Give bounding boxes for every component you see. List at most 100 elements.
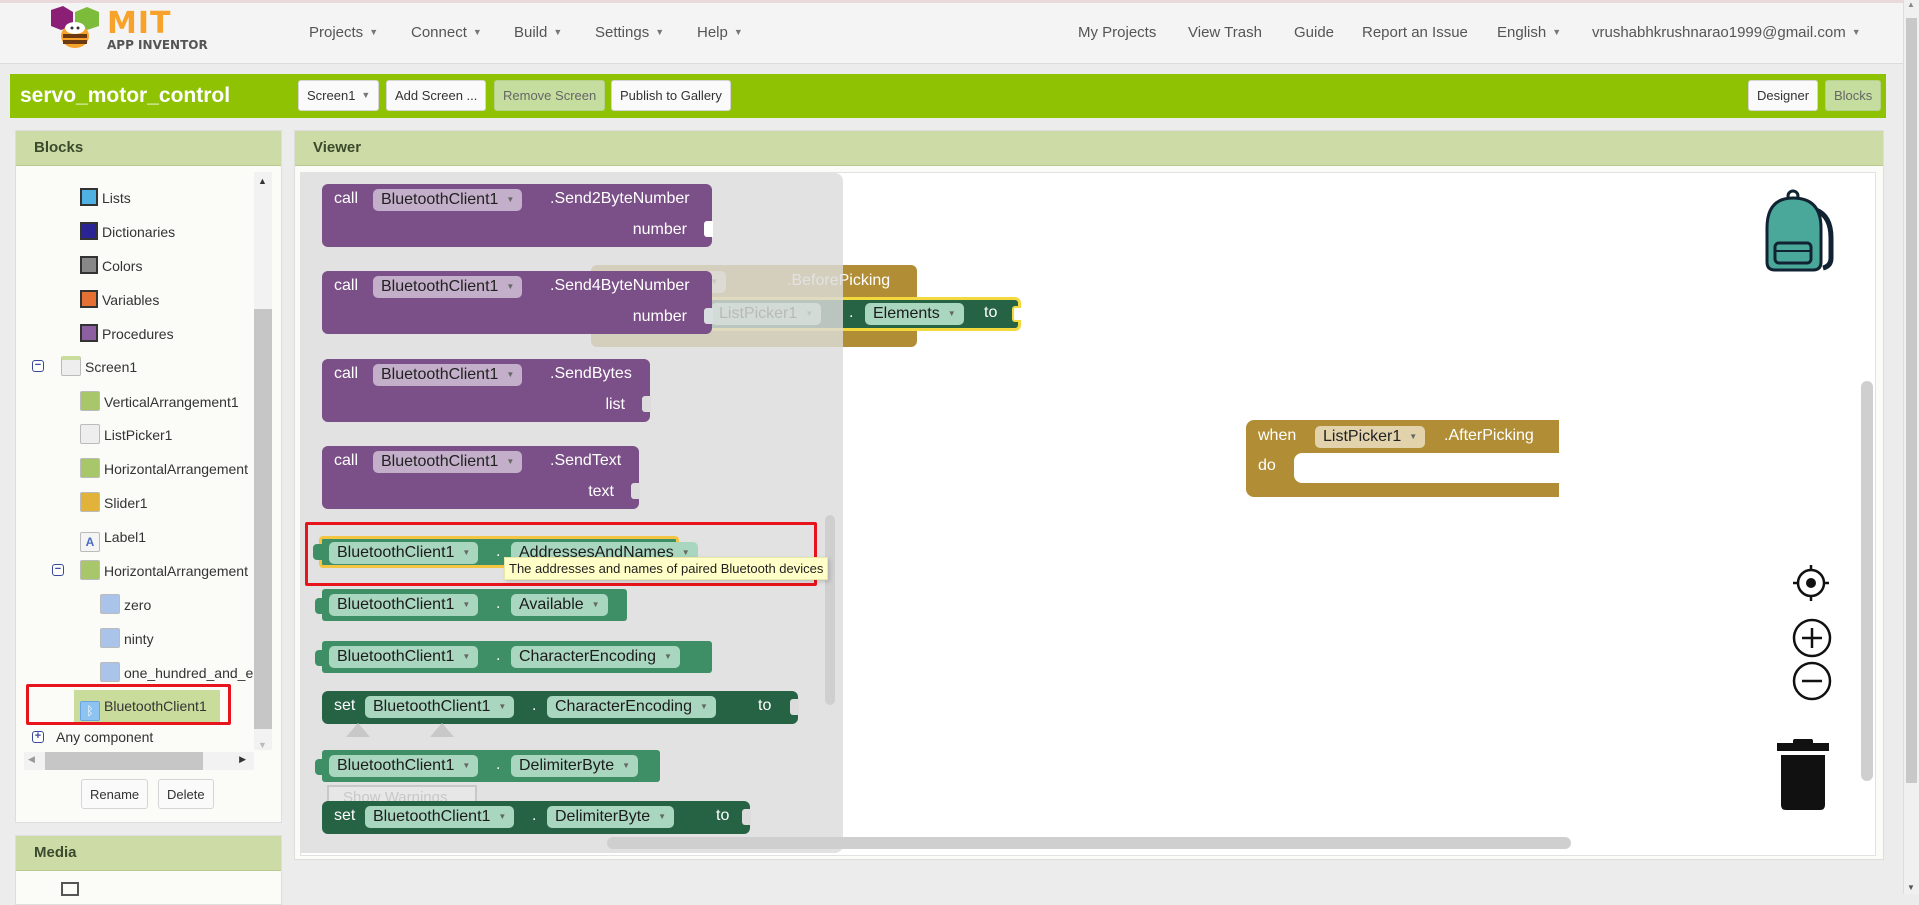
- event-component[interactable]: ListPicker1 ▼: [1312, 426, 1428, 448]
- recenter-icon[interactable]: [1791, 563, 1831, 603]
- tree-any-component[interactable]: Any component: [56, 726, 153, 748]
- component-dropdown[interactable]: BluetoothClient1 ▼: [370, 364, 525, 386]
- workspace-hscroll[interactable]: [607, 837, 1571, 849]
- get-available-block[interactable]: BluetoothClient1 ▼ . Available ▼: [315, 589, 627, 621]
- publish-gallery-button[interactable]: Publish to Gallery: [611, 80, 731, 111]
- to-label: to: [984, 304, 998, 321]
- link-guide[interactable]: Guide: [1294, 24, 1334, 41]
- backpack-icon[interactable]: [1761, 188, 1841, 276]
- link-my-projects[interactable]: My Projects: [1078, 24, 1156, 41]
- component-name: BluetoothClient1: [337, 596, 455, 613]
- property-dropdown[interactable]: CharacterEncoding ▼: [508, 646, 683, 668]
- component-dropdown[interactable]: BluetoothClient1 ▼: [362, 806, 517, 828]
- component-dropdown[interactable]: BluetoothClient1 ▼: [362, 696, 517, 718]
- menu-language[interactable]: English ▼: [1497, 24, 1561, 41]
- workspace-vscroll[interactable]: [1861, 381, 1873, 781]
- set-property[interactable]: Elements ▼: [862, 303, 967, 325]
- component-dropdown[interactable]: BluetoothClient1 ▼: [326, 646, 481, 668]
- call-sendtext-block[interactable]: call BluetoothClient1 ▼ .SendText text: [322, 446, 640, 509]
- get-characterencoding-block[interactable]: BluetoothClient1 ▼ . CharacterEncoding ▼: [315, 641, 712, 673]
- set-delimiterbyte-block[interactable]: set BluetoothClient1 ▼ . DelimiterByte ▼ t…: [322, 801, 751, 834]
- builtin-lists[interactable]: Lists: [80, 187, 131, 209]
- page-scrollbar[interactable]: ▲ ▼: [1903, 0, 1919, 894]
- tree-component[interactable]: HorizontalArrangement: [80, 560, 254, 582]
- tree-component[interactable]: zero: [100, 594, 151, 616]
- scroll-right-icon[interactable]: ▶: [239, 754, 246, 765]
- collapse-screen1-icon[interactable]: −: [32, 360, 44, 372]
- scroll-up-icon[interactable]: ▲: [1907, 0, 1915, 9]
- property-dropdown[interactable]: DelimiterByte ▼: [508, 755, 641, 777]
- link-report-issue[interactable]: Report an Issue: [1362, 24, 1468, 41]
- designer-button[interactable]: Designer: [1748, 80, 1819, 111]
- component-dropdown[interactable]: BluetoothClient1 ▼: [370, 451, 525, 473]
- tree-hscroll[interactable]: ◀ ▶: [24, 752, 254, 770]
- to-label: to: [716, 807, 730, 824]
- menu-help[interactable]: Help ▼: [697, 24, 743, 41]
- media-panel-title: Media: [16, 836, 281, 871]
- input-socket: [742, 809, 751, 825]
- tree-vscroll[interactable]: ▲ ▼: [254, 172, 272, 750]
- blocks-button[interactable]: Blocks: [1825, 80, 1882, 111]
- component-dropdown[interactable]: BluetoothClient1 ▼: [370, 189, 525, 211]
- component-dropdown[interactable]: BluetoothClient1 ▼: [326, 755, 481, 777]
- tree-hscroll-thumb[interactable]: [45, 752, 203, 770]
- page-scroll-thumb[interactable]: [1906, 18, 1917, 783]
- scroll-left-icon[interactable]: ◀: [28, 754, 35, 765]
- component-dropdown[interactable]: BluetoothClient1 ▼: [370, 276, 525, 298]
- error-icon: [430, 723, 454, 737]
- tree-component[interactable]: HorizontalArrangement: [80, 458, 254, 480]
- tree-vscroll-thumb[interactable]: [254, 309, 272, 729]
- flyout-scrollbar[interactable]: [825, 515, 835, 705]
- zoom-out-icon[interactable]: [1791, 660, 1833, 702]
- tree-component[interactable]: Slider1: [80, 492, 148, 514]
- menu-account[interactable]: vrushabhkrushnarao1999@gmail.com ▼: [1592, 24, 1861, 41]
- tree-component[interactable]: A Label1: [80, 526, 146, 552]
- call-send4bytenumber-block[interactable]: call BluetoothClient1 ▼ .Send4ByteNumber …: [322, 271, 713, 334]
- call-send2bytenumber-block[interactable]: call BluetoothClient1 ▼ .Send2ByteNumber …: [322, 184, 713, 247]
- property-dropdown[interactable]: DelimiterByte ▼: [544, 806, 677, 828]
- app-logo[interactable]: MIT APP INVENTOR: [45, 6, 215, 56]
- remove-screen-button[interactable]: Remove Screen: [494, 80, 606, 111]
- menu-build[interactable]: Build ▼: [514, 24, 562, 41]
- property-dropdown[interactable]: CharacterEncoding ▼: [544, 696, 719, 718]
- component-dropdown[interactable]: BluetoothClient1 ▼: [326, 594, 481, 616]
- event-after-picking[interactable]: when ListPicker1 ▼ .AfterPicking do: [1246, 420, 1559, 497]
- event-name: .AfterPicking: [1444, 427, 1534, 444]
- tree-component[interactable]: VerticalArrangement1: [80, 391, 239, 413]
- property-dropdown[interactable]: Available ▼: [508, 594, 611, 616]
- zoom-in-icon[interactable]: [1791, 617, 1833, 659]
- tree-label: Slider1: [104, 495, 148, 511]
- builtin-procedures[interactable]: Procedures: [80, 323, 174, 345]
- expand-any-component-icon[interactable]: +: [32, 731, 44, 743]
- listpicker-icon: [80, 424, 100, 444]
- blocks-panel-title: Blocks: [16, 131, 281, 166]
- menu-settings-label: Settings: [595, 24, 650, 41]
- menu-connect[interactable]: Connect ▼: [411, 24, 482, 41]
- tree-component[interactable]: one_hundred_and_e: [100, 662, 254, 684]
- screen-select[interactable]: Screen1 ▼: [298, 80, 380, 111]
- arg-label: number: [632, 308, 687, 325]
- scroll-down-icon[interactable]: ▼: [258, 740, 267, 750]
- trash-icon[interactable]: [1775, 739, 1831, 811]
- get-delimiterbyte-block[interactable]: BluetoothClient1 ▼ . DelimiterByte ▼: [315, 750, 660, 782]
- tree-component[interactable]: ListPicker1: [80, 424, 172, 446]
- account-email: vrushabhkrushnarao1999@gmail.com: [1592, 24, 1846, 41]
- builtin-variables[interactable]: Variables: [80, 289, 159, 311]
- builtin-dictionaries[interactable]: Dictionaries: [80, 221, 175, 243]
- builtin-colors[interactable]: Colors: [80, 255, 142, 277]
- menu-settings[interactable]: Settings ▼: [595, 24, 664, 41]
- link-view-trash[interactable]: View Trash: [1188, 24, 1262, 41]
- set-characterencoding-block[interactable]: set BluetoothClient1 ▼ . CharacterEncodin…: [322, 691, 799, 724]
- rename-button[interactable]: Rename: [81, 779, 149, 809]
- collapse-arrangement-icon[interactable]: −: [52, 564, 64, 576]
- tree-screen1[interactable]: Screen1: [61, 356, 137, 378]
- scroll-down-icon[interactable]: ▼: [1907, 883, 1915, 892]
- tree-component[interactable]: ninty: [100, 628, 154, 650]
- scroll-up-icon[interactable]: ▲: [258, 176, 267, 186]
- add-screen-button[interactable]: Add Screen ...: [386, 80, 487, 111]
- call-sendbytes-block[interactable]: call BluetoothClient1 ▼ .SendBytes list: [322, 359, 651, 422]
- delete-button[interactable]: Delete: [158, 779, 214, 809]
- blocks-workspace[interactable]: ListPicker1▼ .BeforePicking ListPicker1▼…: [300, 172, 1876, 856]
- menu-projects[interactable]: Projects ▼: [309, 24, 378, 41]
- builtin-label: Procedures: [102, 326, 174, 342]
